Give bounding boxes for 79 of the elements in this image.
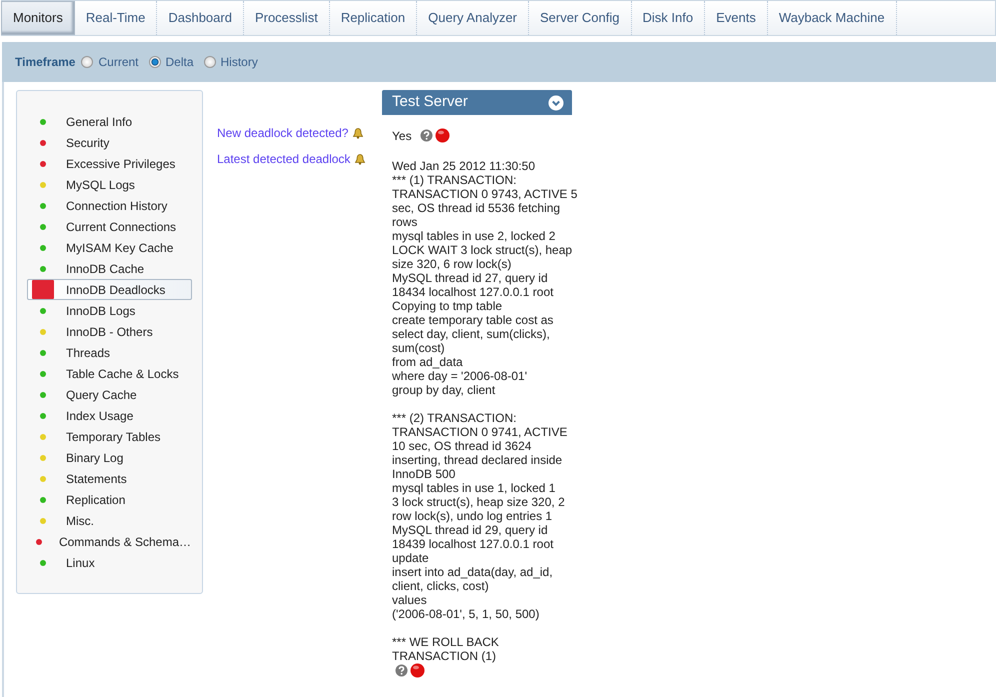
bell-icon [352, 127, 364, 139]
sidebar-item[interactable]: Statements [27, 468, 192, 489]
deadlock-text: client, clicks, cost) [392, 579, 489, 593]
nav-tab[interactable]: Real-Time [74, 1, 158, 35]
sidebar-item[interactable]: Commands & Schema… [27, 531, 192, 552]
sidebar-item[interactable]: Threads [27, 342, 192, 363]
sidebar-item[interactable]: Temporary Tables [27, 426, 192, 447]
deadlock-text: ('2006-08-01', 5, 1, 50, 500) [392, 607, 540, 621]
timeframe-radio[interactable]: Current [81, 53, 138, 71]
metric-link[interactable]: Latest detected deadlock [217, 150, 350, 168]
deadlock-text: size 320, 6 row lock(s) [392, 257, 512, 271]
nav-tab[interactable]: Wayback Machine [768, 1, 897, 35]
deadlock-text: mysql tables in use 2, locked 2 [392, 229, 556, 243]
sidebar-item[interactable]: Excessive Privileges [27, 153, 192, 174]
sidebar-item[interactable]: General Info [27, 111, 192, 132]
deadlock-text: Copying to tmp table [392, 299, 502, 313]
deadlock-text: MySQL thread id 29, query id [392, 523, 548, 537]
sidebar-item[interactable]: MySQL Logs [27, 174, 192, 195]
deadlock-text: create temporary table cost as [392, 313, 554, 327]
sidebar-item[interactable]: InnoDB Logs [27, 300, 192, 321]
deadlock-text: TRANSACTION 0 9743, ACTIVE 5 [392, 187, 578, 201]
deadlock-text: row lock(s), undo log entries 1 [392, 509, 552, 523]
sidebar-item[interactable]: Current Connections [27, 216, 192, 237]
sidebar-item[interactable]: InnoDB - Others [27, 321, 192, 342]
sidebar-item[interactable]: Table Cache & Locks [27, 363, 192, 384]
deadlock-text: from ad_data [392, 355, 463, 369]
deadlock-text: sec, OS thread id 5536 fetching [392, 201, 560, 215]
nav-tab[interactable]: Dashboard [157, 1, 244, 35]
sidebar-item[interactable]: Connection History [27, 195, 192, 216]
deadlock-text: 18434 localhost 127.0.0.1 root [392, 285, 554, 299]
sidebar-item[interactable]: Misc. [27, 510, 192, 531]
deadlock-text: sum(cost) [392, 341, 445, 355]
nav-tab[interactable]: Disk Info [632, 1, 706, 35]
timeframe-radio[interactable]: Delta [148, 53, 194, 71]
deadlock-text: TRANSACTION (1) [392, 649, 496, 663]
deadlock-text: rows [392, 215, 418, 229]
nav-tab[interactable]: Replication [330, 1, 418, 35]
sidebar-item[interactable]: InnoDB Cache [27, 258, 192, 279]
deadlock-text: MySQL thread id 27, query id [392, 271, 548, 285]
sidebar-item[interactable]: Replication [27, 489, 192, 510]
deadlock-text: values [392, 593, 427, 607]
value-text: Yes [392, 128, 412, 142]
deadlock-text: InnoDB 500 [392, 467, 456, 481]
deadlock-text: group by day, client [392, 383, 496, 397]
deadlock-text: insert into ad_data(day, ad_id, [392, 565, 553, 579]
deadlock-text: TRANSACTION 0 9741, ACTIVE [392, 425, 568, 439]
sidebar-item[interactable]: MyISAM Key Cache [27, 237, 192, 258]
sidebar-item[interactable]: Security [27, 132, 192, 153]
deadlock-text: *** (2) TRANSACTION: [392, 411, 516, 425]
sidebar-item[interactable]: InnoDB Deadlocks [27, 279, 192, 300]
deadlock-text: Wed Jan 25 2012 11:30:50 [392, 159, 536, 173]
nav-tab[interactable]: Query Analyzer [417, 1, 530, 35]
deadlock-text: 3 lock struct(s), heap size 320, 2 [392, 495, 565, 509]
panel-title: Test Server [392, 92, 468, 112]
deadlock-text: LOCK WAIT 3 lock struct(s), heap [392, 243, 572, 257]
deadlock-text: select day, client, sum(clicks), [392, 327, 550, 341]
timeframe-label: Timeframe [15, 54, 76, 71]
sidebar-item[interactable]: Index Usage [27, 405, 192, 426]
deadlock-text: *** WE ROLL BACK [392, 635, 499, 649]
deadlock-text: 18439 localhost 127.0.0.1 root [392, 537, 554, 551]
sidebar-item[interactable]: Linux [27, 552, 192, 573]
deadlock-text: mysql tables in use 1, locked 1 [392, 481, 556, 495]
deadlock-text: 10 sec, OS thread id 3624 [392, 439, 532, 453]
metric-link[interactable]: New deadlock detected? [217, 124, 348, 142]
sidebar-item[interactable]: Binary Log [27, 447, 192, 468]
help-icon [420, 129, 433, 142]
nav-tab[interactable]: Events [705, 1, 768, 35]
deadlock-text: inserting, thread declared inside [392, 453, 562, 467]
timeframe-radio[interactable]: History [204, 53, 258, 71]
deadlock-text: *** (1) TRANSACTION: [392, 173, 516, 187]
help-icon [395, 664, 408, 677]
deadlock-text: update [392, 551, 429, 565]
deadlock-text: where day = '2006-08-01' [392, 369, 528, 383]
nav-tab[interactable]: Processlist [244, 1, 330, 35]
sidebar-item[interactable]: Query Cache [27, 384, 192, 405]
bell-icon [354, 153, 366, 165]
expand-icon [548, 94, 564, 110]
nav-tab[interactable]: Monitors [1, 1, 75, 35]
nav-tab[interactable]: Server Config [529, 1, 632, 35]
